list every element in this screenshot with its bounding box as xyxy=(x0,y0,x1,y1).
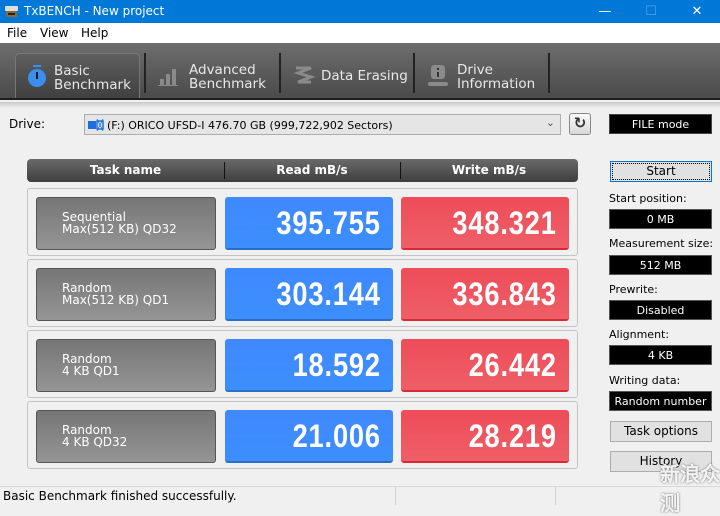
write-result: 26.442 xyxy=(401,339,569,392)
task-options-button[interactable]: Task options xyxy=(610,421,712,442)
task-button[interactable]: Random 4 KB QD1 xyxy=(36,339,216,392)
task-button[interactable]: Sequential Max(512 KB) QD32 xyxy=(36,197,216,250)
result-row: Random 4 KB QD1 18.592 26.442 xyxy=(27,330,578,398)
toolbar-separator xyxy=(413,53,415,93)
write-result: 28.219 xyxy=(401,410,569,463)
column-read: Read mB/s xyxy=(276,163,348,177)
tab-label: Drive Information xyxy=(457,62,536,92)
task-button[interactable]: Random 4 KB QD32 xyxy=(36,410,216,463)
prewrite-value: Disabled xyxy=(609,300,712,320)
task-button[interactable]: Random Max(512 KB) QD1 xyxy=(36,268,216,321)
alignment-value: 4 KB xyxy=(609,345,712,365)
close-button[interactable]: ✕ xyxy=(674,0,720,23)
start-button[interactable]: Start xyxy=(610,161,712,182)
chevron-down-icon: ⌄ xyxy=(545,116,555,129)
refresh-button[interactable]: ↻ xyxy=(569,113,591,135)
status-separator xyxy=(555,487,556,505)
toolbar-shadow xyxy=(0,102,720,108)
watermark: 新浪众测 xyxy=(660,462,720,515)
menu-view[interactable]: View xyxy=(40,26,68,40)
title-bar: TxBENCH - New project — ☐ ✕ xyxy=(0,0,720,23)
eraser-icon xyxy=(293,66,315,84)
prewrite-label: Prewrite: xyxy=(609,283,658,296)
drive-select[interactable]: (F:) ORICO UFSD-I 476.70 GB (999,722,902… xyxy=(84,114,561,135)
file-mode-indicator: FILE mode xyxy=(609,114,712,134)
tab-label: Advanced Benchmark xyxy=(189,62,266,92)
main-toolbar: Basic Benchmark Advanced Benchmark Data … xyxy=(0,43,720,100)
read-value: 18.592 xyxy=(292,347,381,383)
menu-bar: File View Help xyxy=(0,23,720,43)
maximize-button[interactable]: ☐ xyxy=(628,0,674,23)
toolbar-separator xyxy=(548,53,550,93)
drive-select-value: (F:) ORICO UFSD-I 476.70 GB (999,722,902… xyxy=(107,119,393,132)
drive-info-icon xyxy=(428,65,448,86)
bar-chart-icon xyxy=(158,69,178,86)
measurement-size-label: Measurement size: xyxy=(609,237,714,250)
tab-drive-information[interactable]: Drive Information xyxy=(417,53,547,98)
tab-data-erasing[interactable]: Data Erasing xyxy=(283,53,413,98)
refresh-icon: ↻ xyxy=(573,114,587,132)
read-result: 21.006 xyxy=(225,410,393,463)
write-value: 336.843 xyxy=(452,276,557,312)
drive-label: Drive: xyxy=(9,117,46,131)
writing-data-value: Random number xyxy=(609,391,712,411)
write-value: 26.442 xyxy=(468,347,557,383)
read-result: 303.144 xyxy=(225,268,393,321)
write-value: 348.321 xyxy=(452,205,557,241)
read-value: 395.755 xyxy=(276,205,381,241)
tab-advanced-benchmark[interactable]: Advanced Benchmark xyxy=(148,53,278,98)
menu-file[interactable]: File xyxy=(7,26,27,40)
minimize-button[interactable]: — xyxy=(582,0,628,23)
tab-label: Data Erasing xyxy=(321,68,408,84)
tab-label: Basic Benchmark xyxy=(54,63,131,93)
read-value: 21.006 xyxy=(292,418,381,454)
app-icon xyxy=(5,6,18,17)
read-value: 303.144 xyxy=(276,276,381,312)
status-text: Basic Benchmark finished successfully. xyxy=(3,489,237,503)
write-result: 348.321 xyxy=(401,197,569,250)
tab-basic-benchmark[interactable]: Basic Benchmark xyxy=(15,53,140,98)
window-title: TxBENCH - New project xyxy=(24,4,165,18)
usb-drive-icon xyxy=(88,119,104,131)
result-row: Random 4 KB QD32 21.006 28.219 xyxy=(27,401,578,469)
alignment-label: Alignment: xyxy=(609,328,670,341)
write-result: 336.843 xyxy=(401,268,569,321)
status-separator xyxy=(395,487,396,505)
write-value: 28.219 xyxy=(468,418,557,454)
result-row: Random Max(512 KB) QD1 303.144 336.843 xyxy=(27,259,578,327)
stopwatch-icon xyxy=(28,65,46,87)
measurement-size-value: 512 MB xyxy=(609,255,712,275)
results-header: Task name Read mB/s Write mB/s xyxy=(27,159,578,182)
read-result: 395.755 xyxy=(225,197,393,250)
toolbar-separator xyxy=(144,53,146,93)
column-task-name: Task name xyxy=(89,163,162,177)
read-result: 18.592 xyxy=(225,339,393,392)
writing-data-label: Writing data: xyxy=(609,374,681,387)
result-row: Sequential Max(512 KB) QD32 395.755 348.… xyxy=(27,188,578,256)
column-write: Write mB/s xyxy=(451,163,527,177)
start-position-label: Start position: xyxy=(609,192,687,205)
toolbar-separator xyxy=(279,53,281,93)
status-bar: Basic Benchmark finished successfully. xyxy=(0,486,720,505)
start-position-value: 0 MB xyxy=(609,209,712,229)
menu-help[interactable]: Help xyxy=(81,26,108,40)
